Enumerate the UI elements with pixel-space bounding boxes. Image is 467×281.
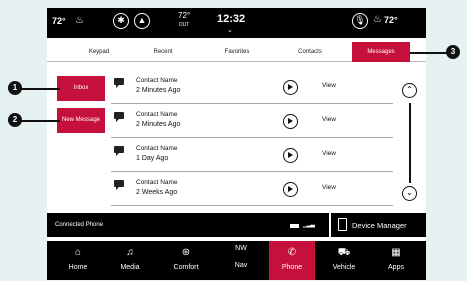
phone-icon: ✆ [287,247,297,258]
inbox-button[interactable]: Inbox [57,76,105,101]
figure-frame: 72° ♨ ✱ ▲ 72° OUT 12:32 ⌄ 🎙 ♨ 72° Keypad… [0,0,467,281]
message-row[interactable]: Contact Name 2 Weeks Ago View [111,174,393,206]
nav-media[interactable]: ♫ Media [107,241,153,280]
outside-temp-label: OUT [178,22,190,28]
connected-phone-label: Connected Phone [55,222,104,228]
scrollbar[interactable] [409,103,411,183]
scroll-down-button[interactable]: ⌄ [402,186,417,201]
nav-label: Vehicle [332,264,356,271]
grid-icon: ▦ [391,247,401,258]
chevron-down-icon[interactable]: ⌄ [227,26,233,34]
status-bar: 72° ♨ ✱ ▲ 72° OUT 12:32 ⌄ 🎙 ♨ 72° [47,8,426,38]
steering-wheel-icon: ⊛ [181,247,191,258]
callout-3: 3 [446,45,460,59]
callout-line [18,88,60,90]
contact-name: Contact Name [136,179,178,186]
outside-temp-value: 72° [178,11,191,20]
nav-label: Comfort [173,264,199,271]
contact-name: Contact Name [136,77,178,84]
driver-temp[interactable]: 72° [52,16,66,26]
message-time: 1 Day Ago [136,155,169,162]
bottom-nav: ⌂ Home ♫ Media ⊛ Comfort NW Nav ✆ Phone … [47,241,426,280]
view-button[interactable]: View [322,82,336,89]
view-button[interactable]: View [322,116,336,123]
phone-tabs: Keypad Recent Favorites Contacts Message… [47,42,426,62]
nav-label: Apps [388,264,404,271]
play-icon[interactable] [283,114,298,129]
music-note-icon: ♫ [126,247,134,258]
play-icon[interactable] [283,80,298,95]
tab-keypad[interactable]: Keypad [69,42,129,62]
defrost-icon[interactable]: ▲ [134,13,150,29]
signal-strength-icon: ▁▂▃ [303,222,315,228]
message-icon [114,78,124,88]
nav-home[interactable]: ⌂ Home [55,241,101,280]
nav-label: Home [68,264,88,271]
play-icon[interactable] [283,148,298,163]
message-icon [114,146,124,156]
compass-heading: NW [235,245,247,252]
message-row[interactable]: Contact Name 2 Minutes Ago View [111,106,393,138]
tab-messages[interactable]: Messages [352,42,410,62]
fan-icon[interactable]: ✱ [113,13,129,29]
play-icon[interactable] [283,182,298,197]
message-row[interactable]: Contact Name 1 Day Ago View [111,140,393,172]
message-time: 2 Minutes Ago [136,121,181,128]
callout-2: 2 [8,113,22,127]
nav-comfort[interactable]: ⊛ Comfort [161,241,211,280]
phone-device-icon [338,218,347,231]
device-manager-button[interactable]: Device Manager [331,213,426,237]
battery-icon [290,224,299,228]
heated-seat-icon[interactable]: ♨ [75,14,93,28]
tab-favorites[interactable]: Favorites [202,42,272,62]
nav-phone[interactable]: ✆ Phone [269,241,315,280]
new-message-button[interactable]: New Message [57,108,105,133]
callout-line [410,52,450,54]
outside-temp: 72° OUT [178,12,190,29]
home-icon: ⌂ [74,247,82,258]
passenger-seat-icon[interactable]: ♨ [373,14,382,25]
nav-nav[interactable]: NW Nav [219,241,263,280]
view-button[interactable]: View [322,184,336,191]
clock: 12:32 [217,13,246,25]
tab-contacts[interactable]: Contacts [275,42,345,62]
contact-name: Contact Name [136,111,178,118]
passenger-temp[interactable]: 72° [384,15,398,25]
microphone-icon[interactable]: 🎙 [352,13,368,29]
callout-1: 1 [8,81,22,95]
nav-vehicle[interactable]: ⛟ Vehicle [321,241,367,280]
message-icon [114,112,124,122]
infotainment-screen: 72° ♨ ✱ ▲ 72° OUT 12:32 ⌄ 🎙 ♨ 72° Keypad… [47,8,426,280]
connected-phone-bar: Connected Phone ▁▂▃ [47,213,329,237]
callout-line [18,120,60,122]
car-icon: ⛟ [337,247,351,258]
message-time: 2 Minutes Ago [136,87,181,94]
nav-apps[interactable]: ▦ Apps [373,241,419,280]
nav-label: Media [120,264,140,271]
scroll-up-button[interactable]: ⌃ [402,83,417,98]
device-manager-label: Device Manager [352,221,407,230]
message-row[interactable]: Contact Name 2 Minutes Ago View [111,72,393,104]
message-time: 2 Weeks Ago [136,189,178,196]
nav-label: Phone [281,264,303,271]
nav-label: Nav [234,262,248,269]
view-button[interactable]: View [322,150,336,157]
message-icon [114,180,124,190]
contact-name: Contact Name [136,145,178,152]
tab-recent[interactable]: Recent [133,42,193,62]
